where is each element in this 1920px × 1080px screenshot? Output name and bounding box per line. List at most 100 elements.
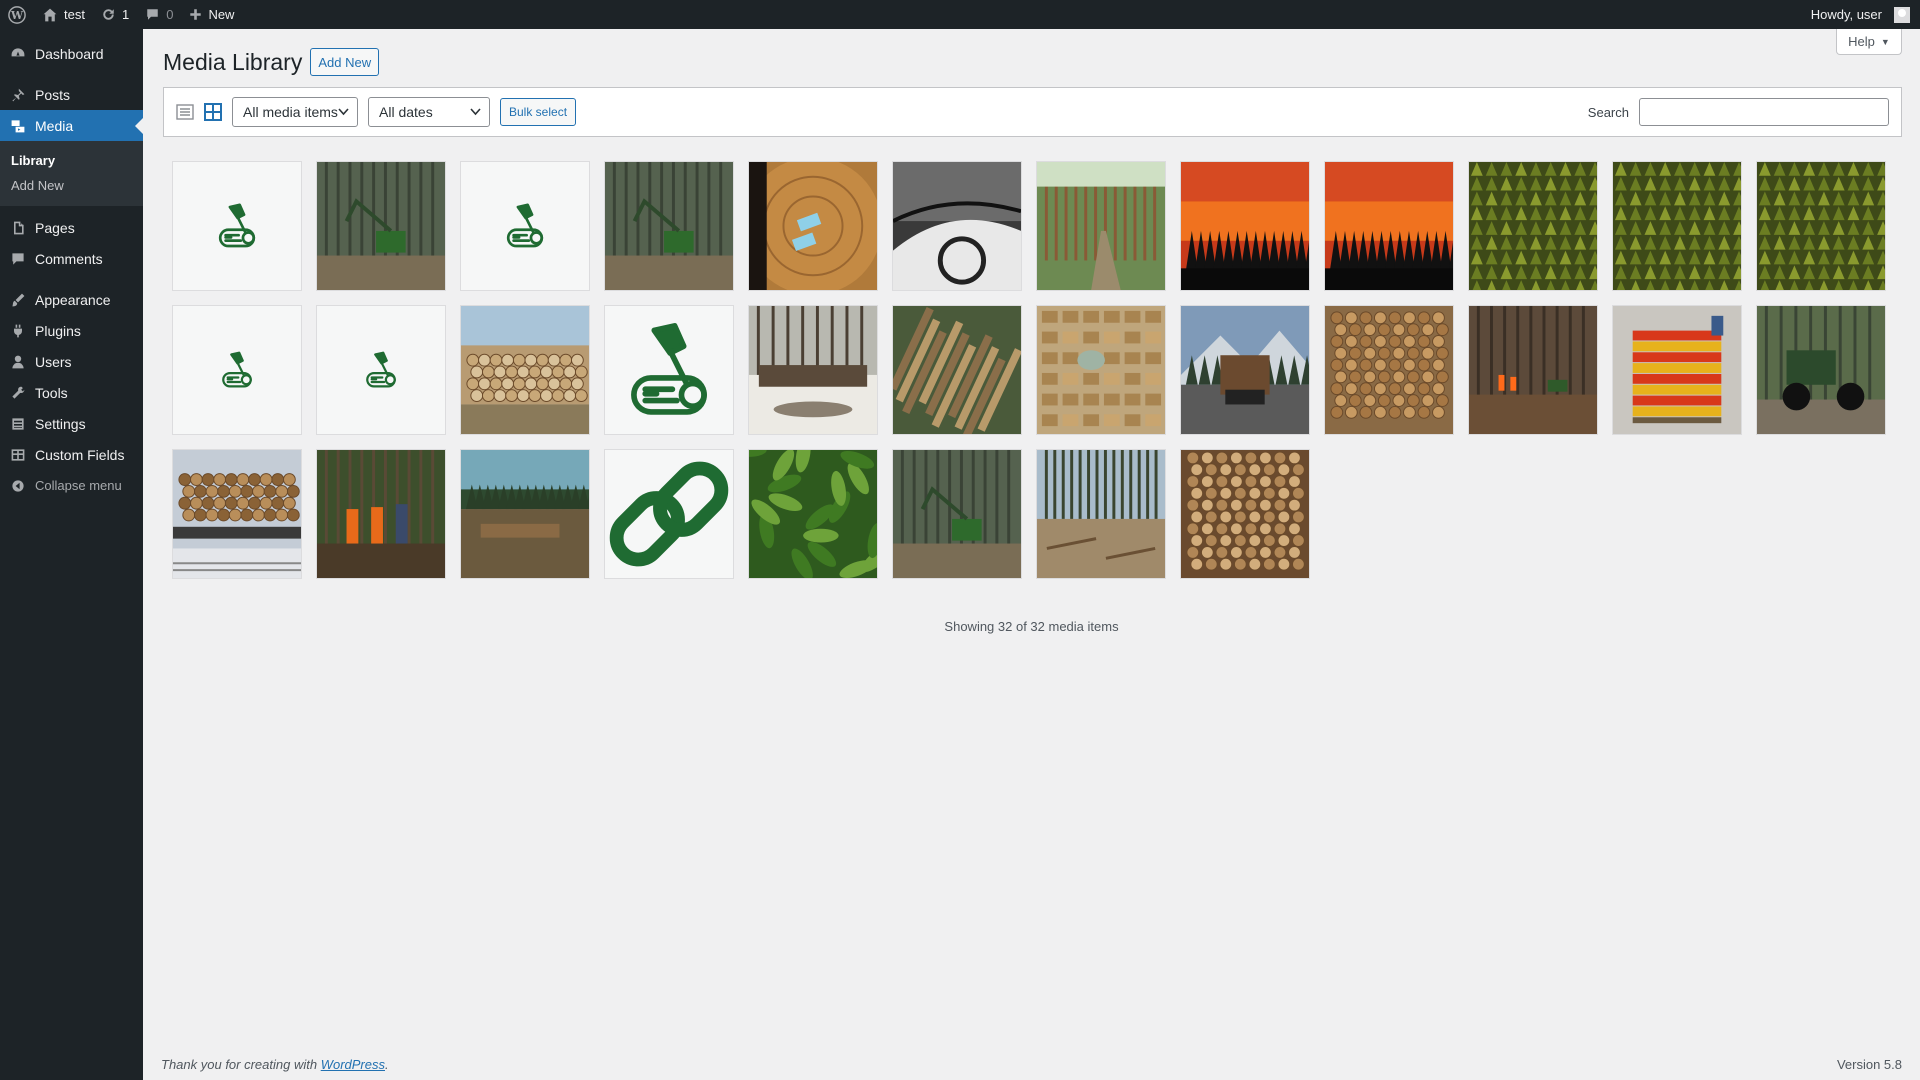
media-thumbnail[interactable] [316, 161, 446, 291]
wordpress-link[interactable]: WordPress [321, 1057, 385, 1072]
media-thumbnail[interactable] [892, 449, 1022, 579]
sidebar-item-comments[interactable]: Comments [0, 243, 143, 274]
admin-bar: W test 1 0 New Howdy, user [0, 0, 1920, 29]
comment-bubble-icon [147, 9, 158, 20]
sidebar-item-plugins[interactable]: Plugins [0, 315, 143, 346]
media-thumbnail[interactable] [1468, 305, 1598, 435]
log-truck-photo [1181, 306, 1309, 434]
sidebar-label: Media [35, 117, 74, 134]
sidebar-item-media[interactable]: Media [0, 110, 143, 141]
media-thumbnail[interactable] [1324, 161, 1454, 291]
sidebar-label: Posts [35, 86, 71, 103]
avatar [1894, 6, 1910, 23]
logo-large [605, 306, 733, 434]
media-thumbnail[interactable] [1756, 305, 1886, 435]
media-thumbnail[interactable] [748, 305, 878, 435]
collapse-menu-button[interactable]: Collapse menu [0, 470, 143, 501]
sidebar-item-settings[interactable]: Settings [0, 408, 143, 439]
media-thumbnail[interactable] [172, 161, 302, 291]
media-thumbnail[interactable] [604, 161, 734, 291]
updates-count: 1 [121, 7, 130, 22]
media-thumbnail[interactable] [460, 305, 590, 435]
media-thumbnail[interactable] [316, 305, 446, 435]
media-thumbnail[interactable] [172, 305, 302, 435]
footer-thanks: Thank you for creating with WordPress. [161, 1057, 389, 1072]
lumber-yard-photo [1037, 306, 1165, 434]
media-thumbnail[interactable] [316, 449, 446, 579]
media-thumbnail[interactable] [892, 305, 1022, 435]
sidebar-label: Users [35, 353, 72, 370]
help-tab-button[interactable]: Help ▼ [1836, 29, 1902, 55]
forest-path-photo [1037, 162, 1165, 290]
search-label: Search [1587, 104, 1629, 120]
media-thumbnail[interactable] [1468, 161, 1598, 291]
media-type-filter[interactable]: All media items [232, 97, 358, 127]
user-account-menu[interactable]: Howdy, user [1803, 0, 1920, 29]
wood-stack-photo [1181, 450, 1309, 578]
site-name-link[interactable]: test [34, 0, 93, 29]
brush-icon [12, 293, 25, 306]
media-thumbnail[interactable] [1756, 161, 1886, 291]
media-thumbnail[interactable] [1180, 449, 1310, 579]
bulk-select-button[interactable]: Bulk select [500, 98, 577, 126]
media-thumbnail[interactable] [172, 449, 302, 579]
caret-down-icon: ▼ [1880, 36, 1890, 47]
clearing-photo [461, 450, 589, 578]
media-thumbnail[interactable] [1180, 161, 1310, 291]
media-thumbnail[interactable] [892, 161, 1022, 291]
submenu-add-new[interactable]: Add New [0, 173, 143, 198]
media-thumbnail[interactable] [1612, 305, 1742, 435]
plug-icon [13, 324, 23, 337]
grid-view-icon[interactable] [204, 103, 222, 121]
page-header: Media Library Add New [163, 48, 380, 76]
sidebar-label: Custom Fields [35, 446, 125, 463]
media-thumbnail[interactable] [1036, 305, 1166, 435]
sidebar-item-appearance[interactable]: Appearance [0, 284, 143, 315]
media-thumbnail[interactable] [460, 449, 590, 579]
comment-icon [12, 252, 24, 265]
submenu-library[interactable]: Library [0, 148, 143, 173]
logo-icon [173, 162, 301, 290]
search-input[interactable] [1639, 98, 1889, 126]
sidebar-label: Settings [35, 415, 86, 432]
sidebar-item-tools[interactable]: Tools [0, 377, 143, 408]
page-title: Media Library [163, 48, 303, 75]
chainsaw-photo [893, 162, 1021, 290]
sidebar-item-users[interactable]: Users [0, 346, 143, 377]
media-thumbnail[interactable] [748, 161, 878, 291]
sidebar-item-dashboard[interactable]: Dashboard [0, 38, 143, 69]
help-label: Help [1848, 34, 1875, 49]
media-thumbnail[interactable] [1036, 161, 1166, 291]
user-icon [12, 355, 24, 368]
media-thumbnail[interactable] [748, 449, 878, 579]
date-filter[interactable]: All dates [368, 97, 490, 127]
wordpress-logo-button[interactable]: W [0, 0, 34, 29]
main-content: Help ▼ Media Library Add New All media i… [143, 29, 1920, 1080]
media-thumbnail[interactable] [1036, 449, 1166, 579]
settings-icon [12, 417, 24, 430]
media-thumbnail[interactable] [1180, 305, 1310, 435]
sidebar-item-posts[interactable]: Posts [0, 79, 143, 110]
grid-icon [11, 448, 25, 461]
sidebar-label: Appearance [35, 291, 111, 308]
sidebar-item-pages[interactable]: Pages [0, 212, 143, 243]
forest-aerial-photo [1757, 162, 1885, 290]
sidebar-label: Tools [35, 384, 68, 401]
media-thumbnail[interactable] [604, 449, 734, 579]
media-thumbnail[interactable] [1612, 161, 1742, 291]
chevron-down-icon [470, 108, 481, 116]
add-new-button[interactable]: Add New [310, 48, 380, 76]
media-thumbnail[interactable] [460, 161, 590, 291]
svg-text:W: W [10, 9, 24, 22]
new-content-button[interactable]: New [181, 0, 242, 29]
media-thumbnail[interactable] [604, 305, 734, 435]
new-label: New [208, 7, 235, 22]
log-pile-photo [461, 306, 589, 434]
logo-icon-small [317, 306, 445, 434]
comments-link[interactable]: 0 [137, 0, 181, 29]
workers-forest-photo [1469, 306, 1597, 434]
list-view-icon[interactable] [176, 103, 194, 121]
sidebar-item-custom-fields[interactable]: Custom Fields [0, 439, 143, 470]
updates-link[interactable]: 1 [93, 0, 137, 29]
media-thumbnail[interactable] [1324, 305, 1454, 435]
